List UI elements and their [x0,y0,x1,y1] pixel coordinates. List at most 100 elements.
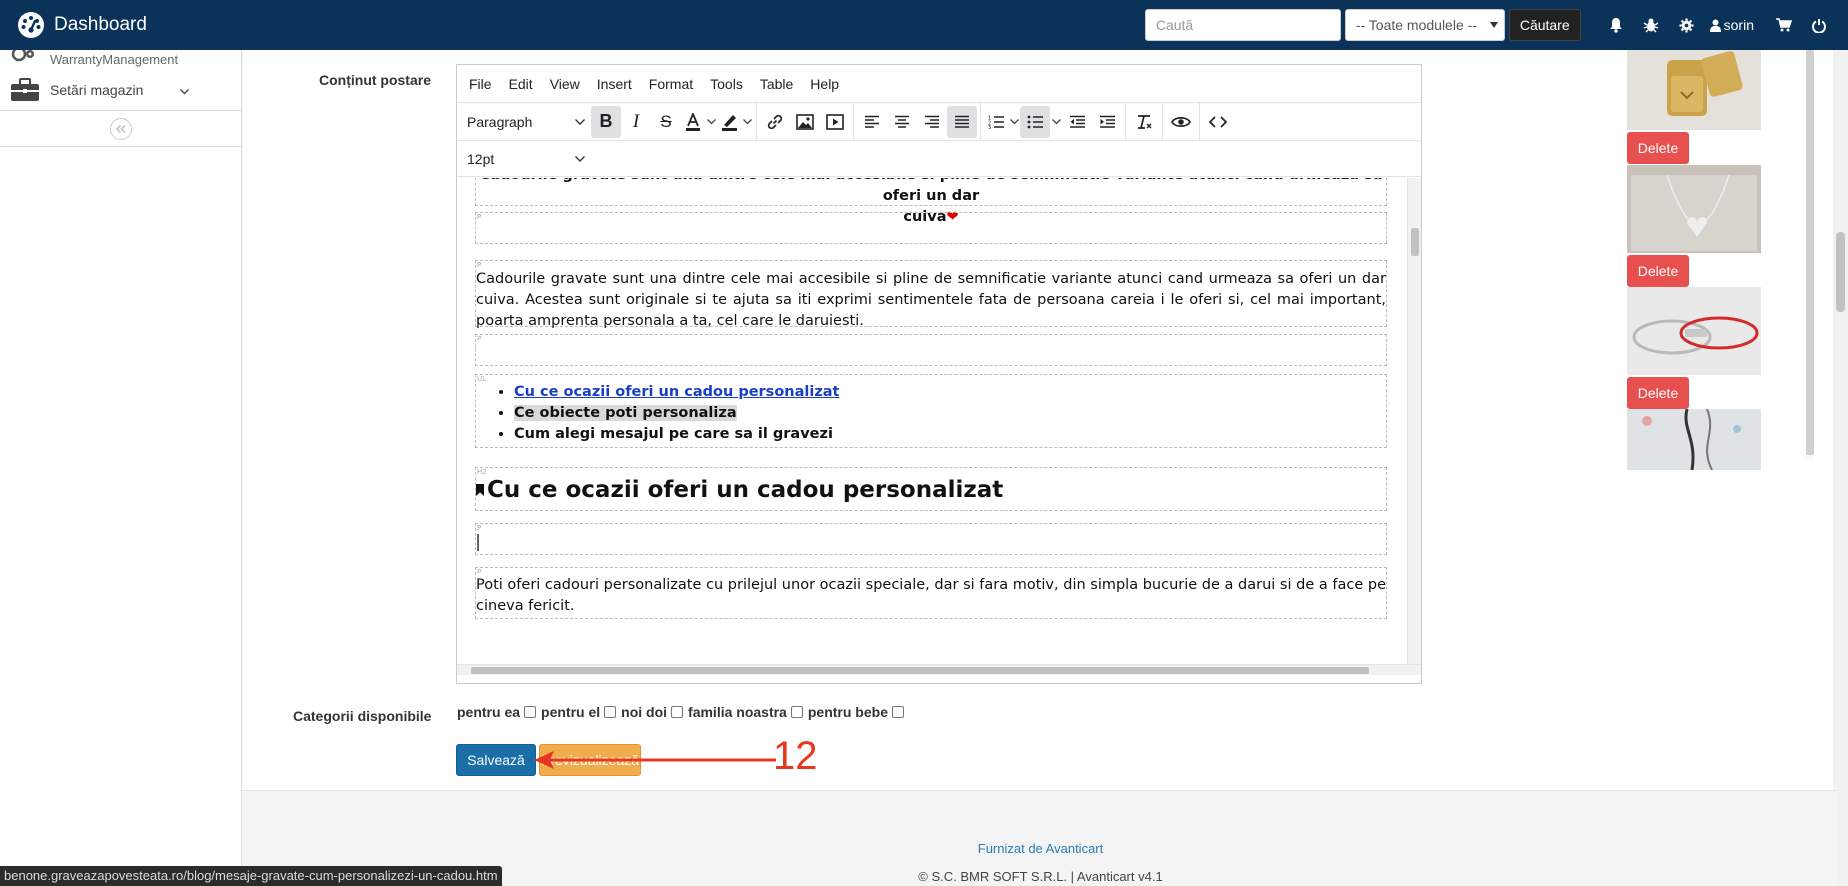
empty-block: P [475,212,1387,244]
gallery-scrollbar[interactable] [1803,50,1815,470]
list-item[interactable]: Cu ce ocazii oferi un cadou personalizat [514,382,1386,403]
align-right-button[interactable] [917,106,947,138]
category-option[interactable]: pentru ea [457,704,537,720]
text-color-button[interactable] [681,106,705,138]
module-select[interactable]: -- Toate modulele -- [1344,9,1505,41]
image-button[interactable] [790,106,820,138]
module-select-value: -- Toate modulele -- [1355,17,1477,33]
category-checkbox[interactable] [524,706,537,718]
link-button[interactable] [760,106,790,138]
menu-file[interactable]: File [469,76,492,92]
block-format-select[interactable]: Paragraph [461,107,591,137]
indent-icon [1099,115,1115,128]
menu-insert[interactable]: Insert [597,76,632,92]
editor-vertical-scrollbar[interactable] [1407,178,1421,675]
power-icon[interactable] [1801,0,1836,50]
media-button[interactable] [820,106,850,138]
block-tag: P [477,335,482,343]
italic-button[interactable]: I [621,106,651,138]
font-size-select[interactable]: 12pt [461,144,591,174]
indent-button[interactable] [1092,106,1122,138]
strikethrough-button[interactable]: S [651,106,681,138]
menu-tools[interactable]: Tools [710,76,743,92]
menu-view[interactable]: View [550,76,580,92]
eye-icon [1171,116,1191,127]
save-button[interactable]: Salvează [456,744,536,776]
bug-icon[interactable] [1634,0,1669,50]
menu-edit[interactable]: Edit [509,76,533,92]
brand[interactable]: Dashboard [0,0,147,50]
clear-formatting-button[interactable] [1129,106,1159,138]
bullet-list-button[interactable] [1020,105,1050,138]
content-label: Conținut postare [319,72,431,88]
menu-format[interactable]: Format [649,76,693,92]
align-left-button[interactable] [857,106,887,138]
product-image-necklace[interactable] [1627,165,1761,253]
categories-list: pentru ea pentru el noi doi familia noas… [457,704,909,720]
category-option[interactable]: pentru bebe [808,704,904,720]
svg-text:3: 3 [988,125,991,129]
bold-button[interactable]: B [591,105,621,138]
category-checkbox[interactable] [604,706,617,718]
product-image-lighter[interactable] [1627,50,1761,130]
highlight-icon [721,114,737,131]
product-image-bracelet[interactable] [1627,287,1761,375]
chevron-down-icon[interactable] [1008,106,1020,138]
bookmark-icon [476,484,484,496]
outdent-button[interactable] [1062,106,1092,138]
editor-content-area[interactable]: Cadourile gravate sunt una dintre cele m… [457,178,1421,675]
content-block: P Cadourile gravate sunt una dintre cele… [475,260,1387,329]
content-block: Cadourile gravate sunt una dintre cele m… [475,178,1387,225]
delete-image-button[interactable]: Delete [1627,377,1689,409]
scrollbar-thumb[interactable] [1411,228,1419,256]
menu-help[interactable]: Help [810,76,839,92]
category-label: pentru el [541,704,601,720]
scrollbar-thumb[interactable] [1806,50,1814,455]
image-icon [796,113,814,130]
list-item-link[interactable]: Cu ce ocazii oferi un cadou personalizat [514,384,839,400]
navbar-right: -- Toate modulele -- Căutare sorin [1144,0,1848,50]
preview-button[interactable] [1166,106,1196,138]
product-image-pattern[interactable] [1627,409,1761,470]
menu-table[interactable]: Table [760,76,793,92]
cogs-icon [10,48,40,70]
sidebar-item-warranty[interactable]: WarrantyManagement [0,48,241,70]
numbered-list-button[interactable]: 123 [984,106,1008,138]
gear-icon[interactable] [1669,0,1704,50]
category-option[interactable]: familia noastra [688,704,803,720]
category-checkbox[interactable] [891,706,904,718]
chevron-down-icon[interactable] [705,106,717,138]
align-justify-button[interactable] [947,105,977,138]
block-tag: UL [477,375,487,383]
category-checkbox[interactable] [790,706,803,718]
empty-block: P [475,334,1387,366]
footer-link[interactable]: Furnizat de Avanticart [243,841,1838,856]
briefcase-icon [10,78,40,102]
toolbar-separator [853,102,854,141]
block-tag: H2 [477,468,487,476]
user-menu[interactable]: sorin [1704,0,1766,50]
search-input[interactable] [1144,9,1341,41]
sidebar-item-store-settings[interactable]: Setări magazin [0,70,241,110]
category-option[interactable]: noi doi [621,704,684,720]
scrollbar-thumb[interactable] [471,667,1369,674]
editor-horizontal-scrollbar[interactable] [457,664,1421,675]
category-checkbox[interactable] [671,706,684,718]
search-button[interactable]: Căutare [1508,9,1581,41]
editor-toolbar-row2: 12pt [457,141,1421,177]
align-center-button[interactable] [887,106,917,138]
delete-image-button[interactable]: Delete [1627,132,1689,164]
sidebar-item-label: WarrantyManagement [50,51,179,67]
chevron-down-icon[interactable] [741,106,753,138]
chevron-down-icon[interactable] [1050,106,1062,138]
scrollbar-thumb[interactable] [1836,232,1845,312]
window-scrollbar[interactable] [1833,50,1848,886]
delete-image-button[interactable]: Delete [1627,255,1689,287]
highlight-button[interactable] [717,106,741,138]
bell-icon[interactable] [1599,0,1634,50]
sidebar-collapse-button[interactable] [109,117,132,140]
source-code-button[interactable] [1203,106,1233,138]
list-item-text: Cum alegi mesajul pe care sa il gravezi [514,426,833,442]
category-option[interactable]: pentru el [541,704,617,720]
cart-icon[interactable] [1766,0,1801,50]
